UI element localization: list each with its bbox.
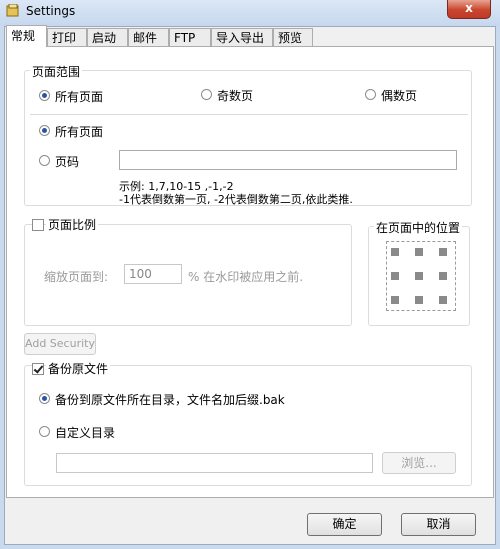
all-pages-top-radio[interactable] <box>39 90 50 101</box>
all-pages-label: 所有页面 <box>55 125 104 139</box>
position-center[interactable] <box>415 272 423 280</box>
custom-dir-input[interactable] <box>56 453 373 473</box>
page-numbers-label: 页码 <box>55 155 80 169</box>
page-scale-label: 页面比例 <box>46 216 99 233</box>
close-icon: x <box>465 1 473 15</box>
page-range-legend: 页面范围 <box>30 63 83 80</box>
backup-same-dir-label: 备份到原文件所在目录，文件名加后缀.bak <box>55 393 285 407</box>
position-middle-right[interactable] <box>439 272 447 280</box>
backup-checkbox[interactable] <box>32 363 44 375</box>
tab-preview[interactable]: 预览 <box>273 28 313 46</box>
backup-same-dir-radio[interactable] <box>39 393 50 404</box>
page-numbers-radio[interactable] <box>39 155 50 166</box>
tab-import-export[interactable]: 导入导出 <box>211 28 273 46</box>
position-top-right[interactable] <box>439 248 447 256</box>
position-middle-left[interactable] <box>391 272 399 280</box>
backup-label: 备份原文件 <box>46 360 111 377</box>
position-top-left[interactable] <box>391 248 399 256</box>
tab-ftp[interactable]: FTP <box>169 28 211 46</box>
scale-suffix-label: % 在水印被应用之前. <box>188 270 304 284</box>
page-range-divider <box>30 114 468 115</box>
page-scale-checkbox[interactable] <box>32 219 44 231</box>
position-bottom-right[interactable] <box>439 296 447 304</box>
all-pages-top-label: 所有页面 <box>55 90 104 104</box>
window-title: Settings <box>26 4 76 18</box>
ok-button[interactable]: 确定 <box>307 513 382 536</box>
even-pages-label: 偶数页 <box>381 89 418 103</box>
position-bottom-center[interactable] <box>415 296 423 304</box>
browse-button[interactable]: 浏览... <box>382 452 456 474</box>
tab-general[interactable]: 常规 <box>6 25 47 47</box>
all-pages-radio[interactable] <box>39 125 50 136</box>
backup-custom-dir-label: 自定义目录 <box>55 426 116 440</box>
position-bottom-left[interactable] <box>391 296 399 304</box>
settings-app-icon <box>6 4 19 17</box>
odd-pages-radio[interactable] <box>201 89 212 100</box>
close-button[interactable]: x <box>447 0 491 19</box>
tab-mail[interactable]: 邮件 <box>128 28 169 46</box>
add-security-button[interactable]: Add Security <box>24 333 96 355</box>
position-top-center[interactable] <box>415 248 423 256</box>
backup-custom-dir-radio[interactable] <box>39 426 50 437</box>
scale-to-label: 缩放页面到: <box>44 270 109 284</box>
cancel-button[interactable]: 取消 <box>401 513 476 536</box>
tab-startup[interactable]: 启动 <box>87 28 128 46</box>
page-numbers-input[interactable] <box>119 150 457 170</box>
tab-print[interactable]: 打印 <box>47 28 87 46</box>
even-pages-radio[interactable] <box>365 89 376 100</box>
position-legend: 在页面中的位置 <box>374 219 463 236</box>
page-range-hint-negative: -1代表倒数第一页, -2代表倒数第二页,依此类推. <box>119 193 353 206</box>
scale-percent-input[interactable]: 100 <box>124 264 182 284</box>
odd-pages-label: 奇数页 <box>217 89 254 103</box>
